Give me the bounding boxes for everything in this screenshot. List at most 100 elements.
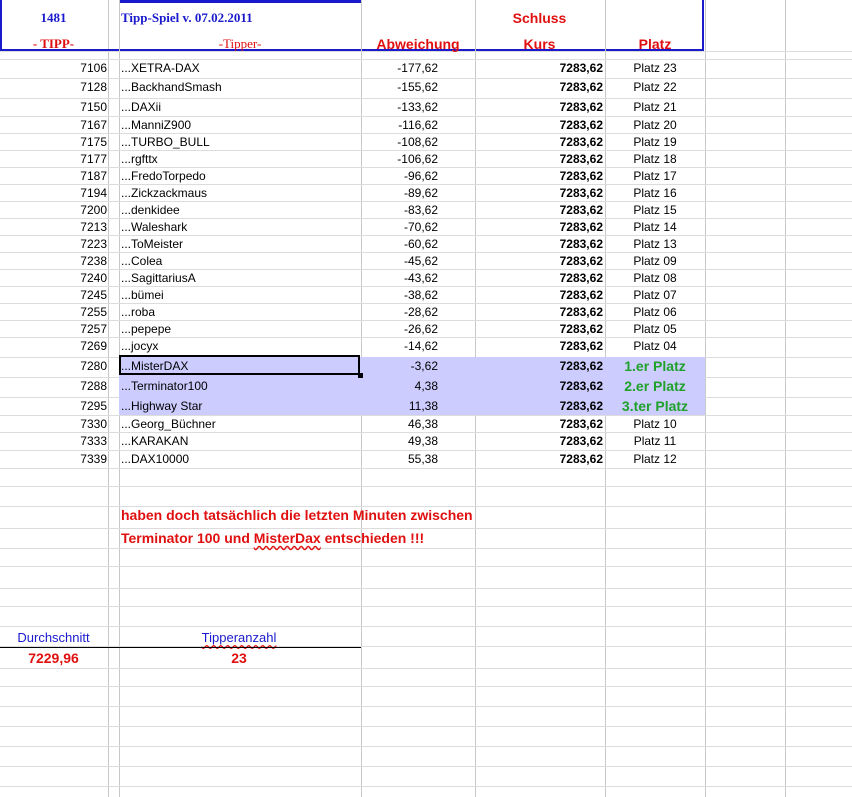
rank-label[interactable]: Platz 14: [606, 219, 704, 235]
closing-rate[interactable]: 7283,62: [476, 168, 603, 184]
deviation-value[interactable]: -60,62: [362, 236, 438, 252]
closing-rate[interactable]: 7283,62: [476, 219, 603, 235]
deviation-value[interactable]: -177,62: [362, 60, 438, 76]
deviation-value[interactable]: 55,38: [362, 451, 438, 467]
rank-label[interactable]: Platz 11: [606, 433, 704, 449]
tip-value[interactable]: 7167: [0, 117, 107, 133]
tip-value[interactable]: 7288: [0, 378, 107, 394]
tipper-name[interactable]: ...Highway Star: [121, 398, 359, 414]
tipper-name[interactable]: ...ManniZ900: [121, 117, 359, 133]
rank-label[interactable]: 1.er Platz: [606, 358, 704, 374]
rank-label[interactable]: Platz 09: [606, 253, 704, 269]
closing-rate[interactable]: 7283,62: [476, 99, 603, 115]
deviation-value[interactable]: -70,62: [362, 219, 438, 235]
deviation-value[interactable]: -3,62: [362, 358, 438, 374]
tipper-name[interactable]: ...SagittariusA: [121, 270, 359, 286]
tip-value[interactable]: 7106: [0, 60, 107, 76]
tip-value[interactable]: 7269: [0, 338, 107, 354]
tip-value[interactable]: 7257: [0, 321, 107, 337]
tip-value[interactable]: 7223: [0, 236, 107, 252]
closing-rate[interactable]: 7283,62: [476, 358, 603, 374]
tipper-name[interactable]: ...Zickzackmaus: [121, 185, 359, 201]
closing-rate[interactable]: 7283,62: [476, 79, 603, 95]
tip-value[interactable]: 7150: [0, 99, 107, 115]
rank-label[interactable]: Platz 20: [606, 117, 704, 133]
rank-label[interactable]: Platz 15: [606, 202, 704, 218]
tip-value[interactable]: 7245: [0, 287, 107, 303]
deviation-value[interactable]: 46,38: [362, 416, 438, 432]
deviation-value[interactable]: 11,38: [362, 398, 438, 414]
tipper-name[interactable]: ...Georg_Büchner: [121, 416, 359, 432]
closing-rate[interactable]: 7283,62: [476, 398, 603, 414]
deviation-value[interactable]: -155,62: [362, 79, 438, 95]
rank-label[interactable]: 2.er Platz: [606, 378, 704, 394]
tip-value[interactable]: 7128: [0, 79, 107, 95]
tipper-name[interactable]: ...TURBO_BULL: [121, 134, 359, 150]
deviation-value[interactable]: 49,38: [362, 433, 438, 449]
rank-label[interactable]: Platz 22: [606, 79, 704, 95]
rank-label[interactable]: Platz 05: [606, 321, 704, 337]
closing-rate[interactable]: 7283,62: [476, 185, 603, 201]
rank-label[interactable]: Platz 04: [606, 338, 704, 354]
closing-rate[interactable]: 7283,62: [476, 416, 603, 432]
deviation-value[interactable]: -89,62: [362, 185, 438, 201]
closing-rate[interactable]: 7283,62: [476, 451, 603, 467]
closing-rate[interactable]: 7283,62: [476, 151, 603, 167]
tipper-name[interactable]: ...rgfttx: [121, 151, 359, 167]
tip-value[interactable]: 7177: [0, 151, 107, 167]
rank-label[interactable]: Platz 21: [606, 99, 704, 115]
tipper-name[interactable]: ...Colea: [121, 253, 359, 269]
tip-value[interactable]: 7339: [0, 451, 107, 467]
fill-handle[interactable]: [358, 373, 363, 378]
deviation-value[interactable]: -133,62: [362, 99, 438, 115]
closing-rate[interactable]: 7283,62: [476, 253, 603, 269]
deviation-value[interactable]: -83,62: [362, 202, 438, 218]
tipper-name[interactable]: ...Waleshark: [121, 219, 359, 235]
rank-label[interactable]: Platz 13: [606, 236, 704, 252]
rank-label[interactable]: Platz 18: [606, 151, 704, 167]
tip-value[interactable]: 7240: [0, 270, 107, 286]
closing-rate[interactable]: 7283,62: [476, 287, 603, 303]
closing-rate[interactable]: 7283,62: [476, 236, 603, 252]
tip-value[interactable]: 7330: [0, 416, 107, 432]
rank-label[interactable]: Platz 07: [606, 287, 704, 303]
rank-label[interactable]: Platz 12: [606, 451, 704, 467]
rank-label[interactable]: Platz 17: [606, 168, 704, 184]
rank-label[interactable]: Platz 19: [606, 134, 704, 150]
deviation-value[interactable]: 4,38: [362, 378, 438, 394]
closing-rate[interactable]: 7283,62: [476, 270, 603, 286]
rank-label[interactable]: Platz 08: [606, 270, 704, 286]
tipper-name[interactable]: ...roba: [121, 304, 359, 320]
tipper-name[interactable]: ...XETRA-DAX: [121, 60, 359, 76]
tipper-name[interactable]: ...denkidee: [121, 202, 359, 218]
tipper-name[interactable]: ...BackhandSmash: [121, 79, 359, 95]
closing-rate[interactable]: 7283,62: [476, 304, 603, 320]
deviation-value[interactable]: -45,62: [362, 253, 438, 269]
tipper-name[interactable]: ...pepepe: [121, 321, 359, 337]
closing-rate[interactable]: 7283,62: [476, 378, 603, 394]
deviation-value[interactable]: -14,62: [362, 338, 438, 354]
closing-rate[interactable]: 7283,62: [476, 60, 603, 76]
deviation-value[interactable]: -28,62: [362, 304, 438, 320]
tip-value[interactable]: 7213: [0, 219, 107, 235]
closing-rate[interactable]: 7283,62: [476, 202, 603, 218]
rank-label[interactable]: 3.ter Platz: [606, 398, 704, 414]
deviation-value[interactable]: -43,62: [362, 270, 438, 286]
tip-value[interactable]: 7175: [0, 134, 107, 150]
tipper-name[interactable]: ...KARAKAN: [121, 433, 359, 449]
deviation-value[interactable]: -108,62: [362, 134, 438, 150]
closing-rate[interactable]: 7283,62: [476, 134, 603, 150]
tip-value[interactable]: 7200: [0, 202, 107, 218]
tipper-name[interactable]: ...DAXii: [121, 99, 359, 115]
tipper-name[interactable]: ...Terminator100: [121, 378, 359, 394]
closing-rate[interactable]: 7283,62: [476, 117, 603, 133]
closing-rate[interactable]: 7283,62: [476, 338, 603, 354]
rank-label[interactable]: Platz 10: [606, 416, 704, 432]
tip-value[interactable]: 7295: [0, 398, 107, 414]
tipper-name[interactable]: ...FredoTorpedo: [121, 168, 359, 184]
tip-value[interactable]: 7194: [0, 185, 107, 201]
tipper-name[interactable]: ...DAX10000: [121, 451, 359, 467]
rank-label[interactable]: Platz 23: [606, 60, 704, 76]
rank-label[interactable]: Platz 16: [606, 185, 704, 201]
rank-label[interactable]: Platz 06: [606, 304, 704, 320]
